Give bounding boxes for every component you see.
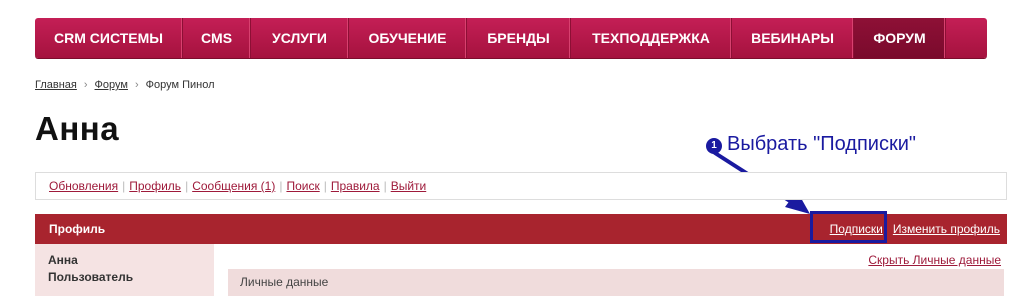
hide-personal-data-link[interactable]: Скрыть Личные данные [868,253,1001,267]
menu-separator: | [383,179,387,193]
menu-separator: | [185,179,189,193]
user-name-block: Анна Пользователь [48,252,133,286]
profile-bar-label: Профиль [49,222,106,236]
forum-menu-profile[interactable]: Профиль [129,179,181,193]
personal-data-header: Личные данные [228,269,1004,296]
forum-menu-logout[interactable]: Выйти [391,179,427,193]
forum-menu: Обновления | Профиль | Сообщения (1) | Поиск | П… [35,172,1007,200]
user-info-column: Анна Пользователь [35,244,214,296]
personal-data-title: Личные данные [240,275,329,289]
forum-menu-updates[interactable]: Обновления [49,179,118,193]
annotation-step-badge: 1 [706,138,722,154]
edit-profile-link[interactable]: Изменить профиль [893,222,1000,236]
forum-menu-search[interactable]: Поиск [286,179,319,193]
menu-separator: | [279,179,283,193]
user-role: Пользователь [48,270,134,284]
forum-menu-rules[interactable]: Правила [331,179,380,193]
user-name: Анна [48,253,78,267]
menu-separator: | [122,179,126,193]
forum-menu-messages[interactable]: Сообщения (1) [192,179,275,193]
annotation-text: Выбрать "Подписки" [727,133,916,155]
annotation-highlight-box [810,211,887,243]
menu-separator: | [323,179,327,193]
